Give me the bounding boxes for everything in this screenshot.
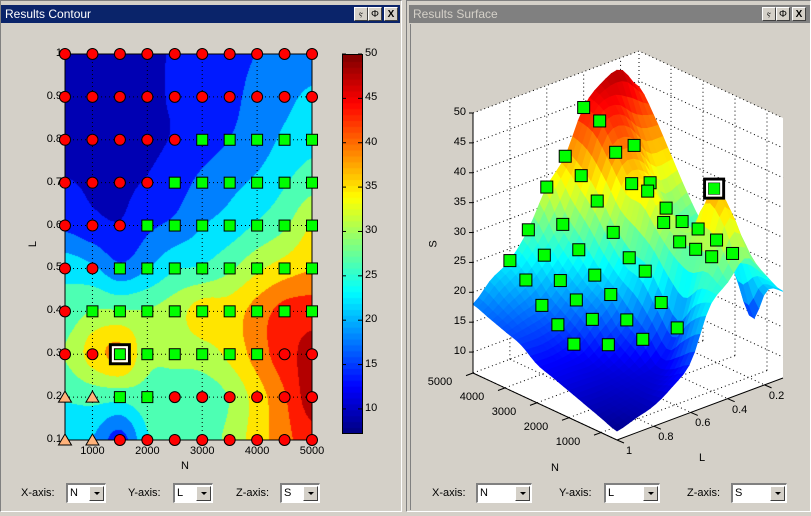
colorbar-tick-label: 15 <box>365 357 378 370</box>
l-tick-label: 0.4 <box>732 403 748 416</box>
z-axis-value: S <box>284 487 292 499</box>
colorbar-tick-label: 40 <box>365 135 378 148</box>
s-tick-label: 25 <box>453 255 466 268</box>
y-tick-label: 0.2 <box>46 390 62 403</box>
y-axis-value: L <box>608 487 615 499</box>
y-tick-label: 0.4 <box>46 304 62 317</box>
chevron-down-icon[interactable] <box>89 486 104 501</box>
x-axis-label: X-axis: <box>21 487 55 499</box>
x-axis-value: N <box>70 487 78 499</box>
n-tick-label: 4000 <box>459 390 485 403</box>
x-tick-label: 1000 <box>80 445 105 457</box>
x-tick-label: 3000 <box>189 445 215 457</box>
maximize-button[interactable]: Φ <box>776 7 790 21</box>
s-tick-label: 35 <box>453 195 466 208</box>
close-button[interactable]: X <box>792 7 806 21</box>
s-tick-label: 15 <box>453 315 466 328</box>
z-axis-select[interactable]: S <box>731 483 787 503</box>
y-tick-label: 0.3 <box>46 347 62 360</box>
surface-title: Results Surface <box>413 7 498 21</box>
chevron-down-icon[interactable] <box>196 486 211 501</box>
x-tick-label: 2000 <box>135 445 160 457</box>
contour-titlebar[interactable]: Results Contour ⲋ Φ X <box>1 5 400 23</box>
z-axis-label: Z-axis: <box>236 487 269 499</box>
l-tick-label: 0.2 <box>768 389 785 402</box>
z-axis-value: S <box>735 487 743 499</box>
l-tick-label: 0.6 <box>695 417 711 430</box>
x-axis-value: N <box>480 487 488 499</box>
y-tick-label: 1 <box>55 47 62 59</box>
n-tick-label: 5000 <box>427 376 453 388</box>
s-tick-label: 45 <box>453 135 466 148</box>
x-axis-select[interactable]: N <box>66 483 106 503</box>
l-tick-label: 1 <box>625 445 633 457</box>
surface-panel-inner-border <box>410 24 411 510</box>
y-tick-label: 0.5 <box>46 261 62 274</box>
contour-fill <box>65 54 312 440</box>
colorbar-tick-label: 10 <box>365 401 378 414</box>
chevron-down-icon[interactable] <box>303 486 318 501</box>
colorbar-tick-label: 45 <box>365 91 378 104</box>
s-tick-label: 50 <box>453 106 466 118</box>
x-tick-label: 5000 <box>299 445 325 457</box>
y-axis-select[interactable]: L <box>604 483 660 503</box>
y-axis-label: Y-axis: <box>128 487 161 499</box>
s-tick-label: 40 <box>453 165 466 178</box>
undock-button[interactable]: ⲋ <box>762 7 776 21</box>
colorbar-tick-label: 25 <box>365 268 378 281</box>
y-tick-label: 0.8 <box>46 132 62 145</box>
x-axis-select[interactable]: N <box>476 483 532 503</box>
colorbar-tick-label: 35 <box>365 180 378 193</box>
y-axis-label: Y-axis: <box>559 487 592 499</box>
surface-xlabel: N <box>551 462 559 474</box>
n-tick-label: 2000 <box>523 420 549 433</box>
y-axis-value: L <box>177 487 184 499</box>
n-tick-label: 1000 <box>555 435 581 448</box>
y-tick-label: 0.1 <box>46 433 62 445</box>
y-tick-label: 0.6 <box>46 218 62 231</box>
x-axis-label: X-axis: <box>432 487 466 499</box>
contour-title: Results Contour <box>5 7 92 21</box>
colorbar-tick-label: 50 <box>365 47 378 59</box>
y-tick-label: 0.7 <box>46 175 62 188</box>
close-button[interactable]: X <box>384 7 398 21</box>
z-axis-label: Z-axis: <box>687 487 720 499</box>
chevron-down-icon[interactable] <box>643 486 658 501</box>
contour-xlabel: N <box>181 460 189 472</box>
s-tick-label: 20 <box>453 285 466 298</box>
chevron-down-icon[interactable] <box>770 486 785 501</box>
surface-titlebar[interactable]: Results Surface ⲋ Φ X <box>409 5 810 23</box>
colorbar <box>342 54 363 434</box>
colorbar-tick-label: 20 <box>365 313 378 326</box>
surface-zlabel: S <box>427 240 440 248</box>
l-tick-label: 0.8 <box>658 431 674 444</box>
contour-ylabel: L <box>27 240 40 248</box>
y-axis-select[interactable]: L <box>173 483 213 503</box>
surface-ylabel: L <box>699 452 706 464</box>
chevron-down-icon[interactable] <box>515 486 530 501</box>
s-tick-label: 10 <box>453 345 466 358</box>
z-axis-select[interactable]: S <box>280 483 320 503</box>
n-tick-label: 3000 <box>491 405 517 418</box>
colorbar-tick-label: 30 <box>365 224 378 237</box>
undock-button[interactable]: ⲋ <box>354 7 368 21</box>
maximize-button[interactable]: Φ <box>368 7 382 21</box>
surface-panel <box>406 0 811 512</box>
s-tick-label: 30 <box>453 225 466 238</box>
x-tick-label: 4000 <box>244 445 270 457</box>
y-tick-label: 0.9 <box>46 89 62 102</box>
